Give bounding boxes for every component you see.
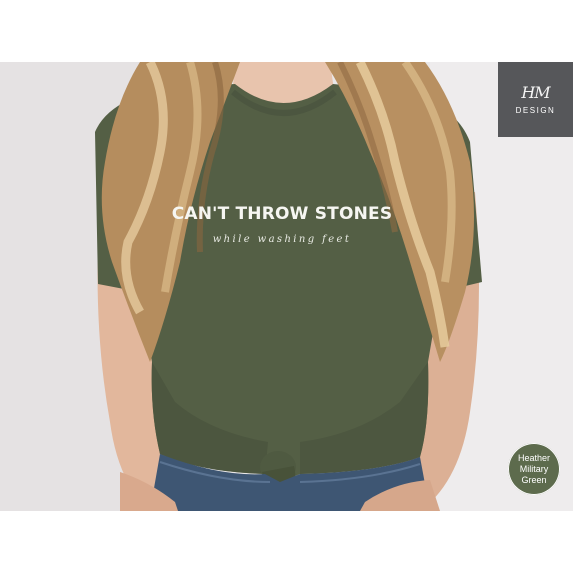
product-image: HM DESIGN CAN'T THROW STONES while washi…	[0, 0, 573, 573]
brand-mark: HM	[521, 83, 550, 102]
model-illustration	[0, 62, 573, 511]
swatch-label-line1: Heather	[517, 452, 551, 463]
swatch-label-line3: Green	[521, 474, 547, 485]
swatch-label-line2: Military	[519, 463, 549, 474]
brand-name: DESIGN	[515, 106, 556, 115]
model-photo	[0, 62, 573, 511]
brand-logo: HM DESIGN	[498, 62, 573, 137]
color-swatch: Heather Military Green	[508, 443, 560, 495]
shirt-tagline: while washing feet	[212, 234, 352, 245]
shirt-headline: CAN'T THROW STONES	[171, 204, 393, 224]
